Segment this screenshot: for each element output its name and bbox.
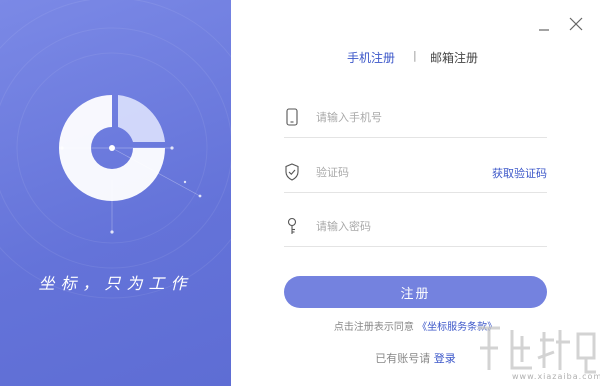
get-code-button[interactable]: 获取验证码 <box>492 165 547 181</box>
brand-slogan: 坐标，只为工作 <box>38 274 193 293</box>
password-input[interactable] <box>316 217 496 235</box>
watermark-text: www.xiazaiba.com <box>512 372 600 381</box>
register-button[interactable]: 注册 <box>284 276 547 308</box>
tab-phone-register[interactable]: 手机注册 <box>347 49 395 66</box>
register-tabs: 手机注册 | 邮箱注册 <box>231 49 600 67</box>
login-prompt: 已有账号请 登录 <box>231 350 600 366</box>
coordinate-logo-icon <box>59 95 165 201</box>
login-link[interactable]: 登录 <box>434 352 456 365</box>
shield-icon <box>285 163 299 181</box>
phone-input[interactable] <box>316 108 496 126</box>
tab-email-register[interactable]: 邮箱注册 <box>430 49 478 66</box>
code-field: 获取验证码 <box>284 163 547 193</box>
agreement-prefix: 点击注册表示同意 <box>333 322 414 333</box>
brand-panel: 坐标，只为工作 <box>0 0 231 386</box>
agreement-text: 点击注册表示同意 《坐标服务条款》 <box>231 318 600 333</box>
password-field <box>284 217 547 247</box>
phone-field <box>284 108 547 138</box>
minimize-icon[interactable] <box>534 14 554 34</box>
tab-separator: | <box>413 49 417 62</box>
terms-link[interactable]: 《坐标服务条款》 <box>417 322 497 333</box>
register-window: 坐标，只为工作 手机注册 | 邮箱注册 获取验证码 <box>0 0 600 386</box>
close-icon[interactable] <box>566 14 586 34</box>
code-input[interactable] <box>316 163 496 181</box>
login-prompt-prefix: 已有账号请 <box>375 352 431 365</box>
key-icon <box>287 217 297 234</box>
phone-icon <box>286 108 298 126</box>
